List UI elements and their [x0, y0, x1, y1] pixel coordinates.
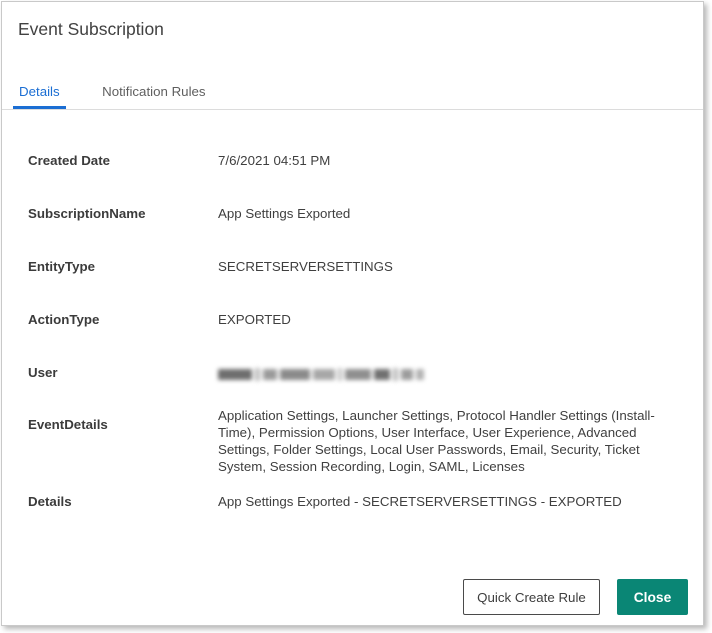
- redacted-user-value: [218, 367, 687, 381]
- field-row-event-details: EventDetails Application Settings, Launc…: [28, 407, 687, 475]
- field-value: App Settings Exported - SECRETSERVERSETT…: [218, 494, 687, 510]
- field-row-subscription-name: SubscriptionName App Settings Exported: [28, 206, 687, 222]
- quick-create-rule-button[interactable]: Quick Create Rule: [463, 579, 600, 615]
- field-row-action-type: ActionType EXPORTED: [28, 312, 687, 328]
- dialog-title: Event Subscription: [2, 2, 703, 40]
- field-label: SubscriptionName: [28, 206, 218, 222]
- tab-notification-rules[interactable]: Notification Rules: [96, 77, 211, 109]
- field-label: EventDetails: [28, 407, 218, 433]
- field-value: EXPORTED: [218, 312, 687, 328]
- field-label: Details: [28, 494, 218, 510]
- field-label: Created Date: [28, 153, 218, 169]
- field-row-entity-type: EntityType SECRETSERVERSETTINGS: [28, 259, 687, 275]
- field-value: SECRETSERVERSETTINGS: [218, 259, 687, 275]
- dialog-footer: Quick Create Rule Close: [463, 579, 688, 615]
- tab-bar: Details Notification Rules: [2, 77, 703, 110]
- field-row-user: User: [28, 365, 687, 381]
- details-panel: Created Date 7/6/2021 04:51 PM Subscript…: [2, 110, 703, 510]
- field-row-created-date: Created Date 7/6/2021 04:51 PM: [28, 153, 687, 169]
- field-value-redacted: [218, 365, 687, 381]
- field-value: Application Settings, Launcher Settings,…: [218, 407, 687, 475]
- tab-details[interactable]: Details: [13, 77, 66, 109]
- event-subscription-dialog: Event Subscription Details Notification …: [1, 1, 704, 626]
- close-button[interactable]: Close: [617, 579, 688, 615]
- field-value: 7/6/2021 04:51 PM: [218, 153, 687, 169]
- field-label: ActionType: [28, 312, 218, 328]
- field-label: User: [28, 365, 218, 381]
- field-row-details: Details App Settings Exported - SECRETSE…: [28, 494, 687, 510]
- field-label: EntityType: [28, 259, 218, 275]
- field-value: App Settings Exported: [218, 206, 687, 222]
